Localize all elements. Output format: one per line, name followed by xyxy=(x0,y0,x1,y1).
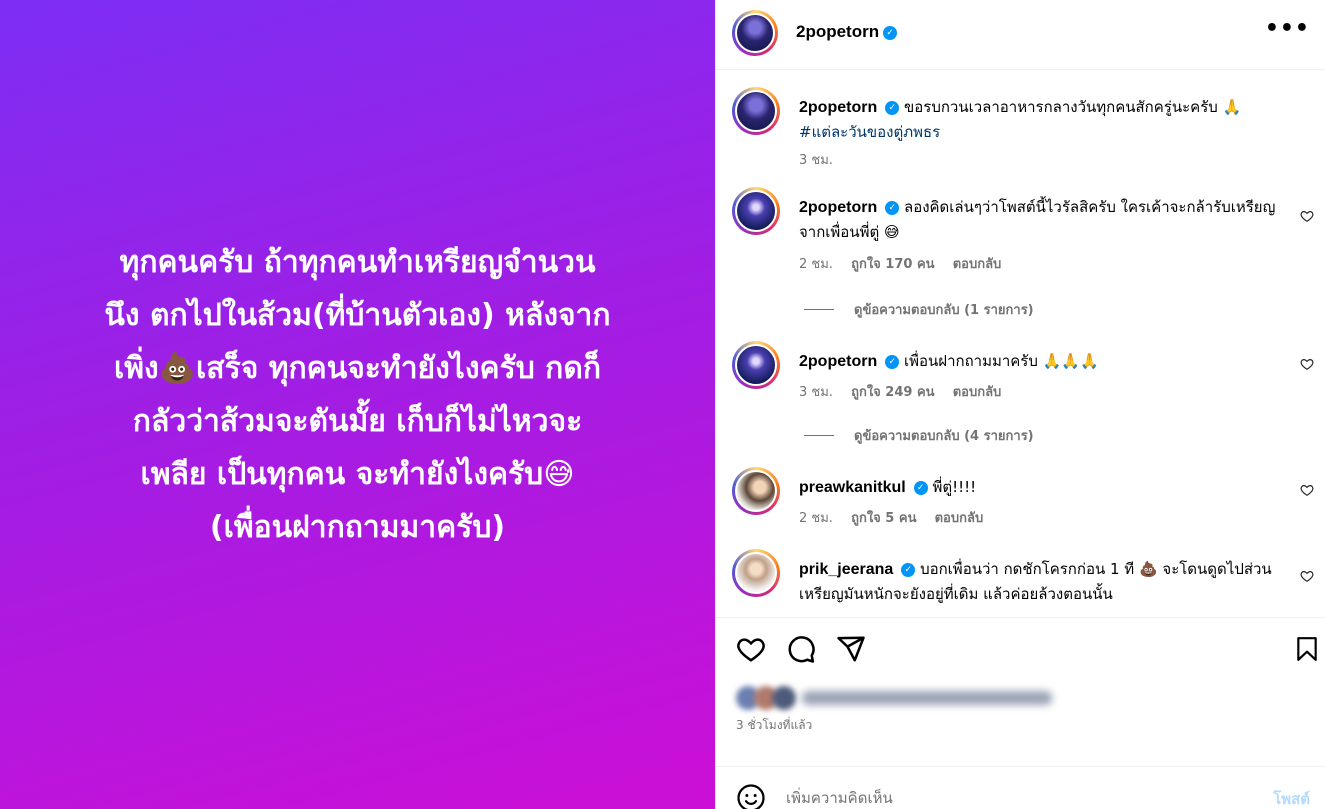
heart-icon[interactable] xyxy=(1300,569,1314,583)
comment-likes[interactable]: ถูกใจ 5 คน xyxy=(851,511,916,526)
like-heart-icon[interactable] xyxy=(736,634,766,664)
comment-text: เพื่อนฝากถามมาครับ 🙏🙏🙏 xyxy=(904,352,1099,370)
comment-username[interactable]: 2popetorn xyxy=(799,353,877,370)
emoji-icon[interactable] xyxy=(736,783,766,809)
verified-badge-icon: ✓ xyxy=(885,354,900,369)
comment-username[interactable]: preawkanitkul xyxy=(799,479,906,496)
comment-likes[interactable]: ถูกใจ 170 คน xyxy=(851,257,934,272)
add-comment-bar: โพสต์ xyxy=(716,766,1325,809)
comment-time: 2 ชม. xyxy=(799,511,833,526)
heart-icon[interactable] xyxy=(1300,209,1314,223)
heart-icon[interactable] xyxy=(1300,357,1314,371)
verified-badge-icon: ✓ xyxy=(913,480,928,495)
comments-list[interactable]: 2popetorn ✓ ขอรบกวนเวลาอาหารกลางวันทุกคนส… xyxy=(716,71,1325,616)
avatar[interactable] xyxy=(732,187,780,235)
caption-hashtag[interactable]: #แต่ละวันของตู่ภพธร xyxy=(799,123,940,141)
comment-time: 2 ชม. xyxy=(799,257,833,272)
avatar[interactable] xyxy=(732,87,780,135)
bookmark-icon[interactable] xyxy=(1294,634,1320,664)
post-comment-button[interactable]: โพสต์ xyxy=(1273,787,1310,809)
more-horizontal-icon[interactable]: ••• xyxy=(1265,16,1310,41)
comment-username[interactable]: 2popetorn xyxy=(799,99,877,116)
post-timestamp[interactable]: 3 ชั่วโมงที่แล้ว xyxy=(736,716,812,735)
author-name-row: 2popetorn ✓ xyxy=(796,22,898,42)
view-replies-button[interactable]: ดูข้อความตอบกลับ (1 รายการ) xyxy=(804,299,1034,320)
view-replies-button[interactable]: ดูข้อความตอบกลับ (4 รายการ) xyxy=(804,425,1034,446)
reply-button[interactable]: ตอบกลับ xyxy=(935,511,984,526)
author-avatar[interactable] xyxy=(732,10,778,56)
caption-text: ขอรบกวนเวลาอาหารกลางวันทุกคนสักครู่นะครั… xyxy=(904,98,1242,116)
view-replies-label: ดูข้อความตอบกลับ (1 รายการ) xyxy=(854,303,1034,318)
media-text: ทุกคนครับ ถ้าทุกคนทำเหรียญจำนวน นึง ตกไป… xyxy=(104,244,611,545)
reply-button[interactable]: ตอบกลับ xyxy=(953,257,1002,272)
reply-button[interactable]: ตอบกลับ xyxy=(953,385,1002,400)
share-icon[interactable] xyxy=(836,634,866,664)
comment-input[interactable] xyxy=(786,785,1216,809)
liked-by-blurred[interactable] xyxy=(736,686,1052,710)
view-replies-label: ดูข้อความตอบกลับ (4 รายการ) xyxy=(854,429,1034,444)
comment-icon[interactable] xyxy=(786,634,816,664)
post-side-panel: 2popetorn ✓ ••• 2popetorn ✓ ขอรบกวนเวลาอาห… xyxy=(715,0,1325,809)
comment-username[interactable]: prik_jeerana xyxy=(799,561,893,578)
verified-badge-icon: ✓ xyxy=(885,100,900,115)
post-actions: 3 ชั่วโมงที่แล้ว โพสต์ xyxy=(716,617,1325,809)
avatar[interactable] xyxy=(732,549,780,597)
avatar[interactable] xyxy=(732,467,780,515)
avatar xyxy=(772,686,796,710)
verified-badge-icon: ✓ xyxy=(883,25,898,40)
post-media[interactable]: ทุกคนครับ ถ้าทุกคนทำเหรียญจำนวน นึง ตกไป… xyxy=(0,0,715,809)
liked-by-text-blurred xyxy=(802,691,1052,705)
verified-badge-icon: ✓ xyxy=(901,562,916,577)
verified-badge-icon: ✓ xyxy=(885,200,900,215)
post-header: 2popetorn ✓ ••• xyxy=(716,0,1325,70)
caption-time: 3 ชม. xyxy=(799,153,833,168)
comment-username[interactable]: 2popetorn xyxy=(799,199,877,216)
avatar[interactable] xyxy=(732,341,780,389)
comment-time: 3 ชม. xyxy=(799,385,833,400)
author-username[interactable]: 2popetorn xyxy=(796,22,879,41)
comment-likes[interactable]: ถูกใจ 249 คน xyxy=(851,385,934,400)
comment-text: พี่ตู่!!!! xyxy=(932,478,977,496)
heart-icon[interactable] xyxy=(1300,483,1314,497)
